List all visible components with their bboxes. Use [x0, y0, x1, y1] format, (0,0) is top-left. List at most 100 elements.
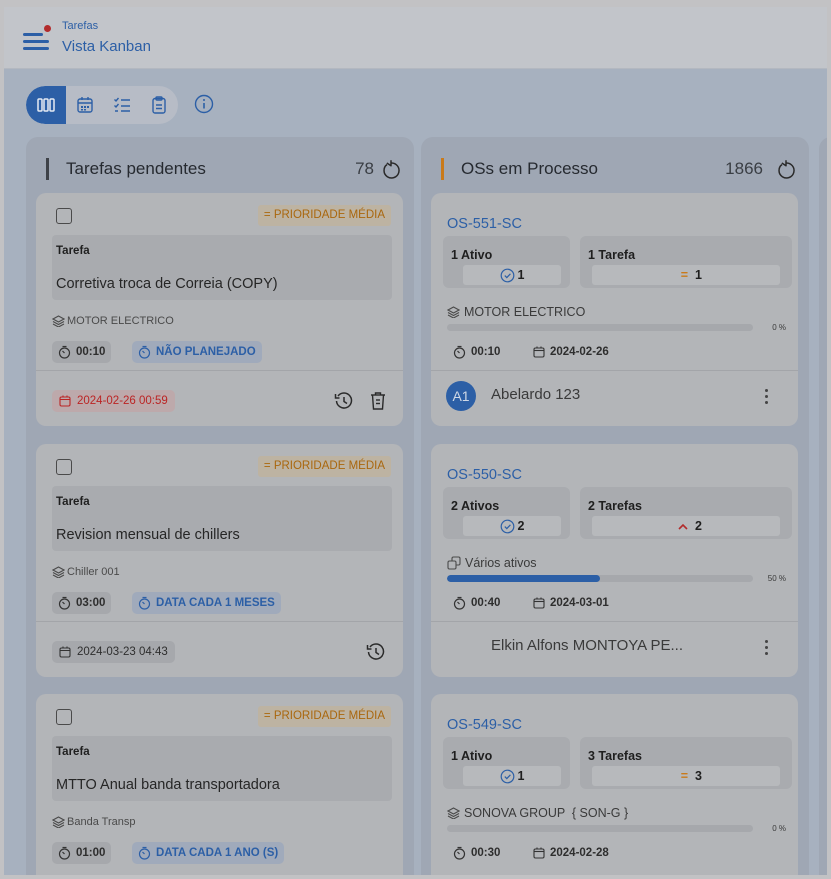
assets-stat: 1 Ativo 1 — [443, 236, 570, 288]
assets-status: 2 — [463, 516, 561, 536]
refresh-icon[interactable] — [775, 159, 797, 181]
due-date-chip: 2024-02-26 00:59 — [52, 390, 175, 412]
page-title: Vista Kanban — [62, 38, 151, 55]
select-checkbox[interactable] — [56, 459, 72, 475]
tasks-count-label: 1 Tarefa — [588, 248, 636, 262]
layers-icon — [52, 566, 65, 578]
assignee-name: Abelardo 123 — [491, 386, 581, 403]
select-checkbox[interactable] — [56, 208, 72, 224]
layers-icon — [447, 807, 460, 819]
assets-count-label: 1 Ativo — [451, 248, 493, 262]
select-checkbox[interactable] — [56, 709, 72, 725]
info-icon[interactable] — [194, 94, 214, 114]
task-card[interactable]: = PRIORIDADE MÉDIA Tarefa Revision mensu… — [36, 444, 403, 677]
history-icon[interactable] — [364, 640, 388, 664]
asset-label: SONOVA GROUP { SON-G } — [447, 806, 628, 820]
checklist-icon[interactable] — [103, 86, 140, 124]
work-order-card[interactable]: OS-549-SC 1 Ativo 1 3 Tarefas = 3 SONOVA… — [431, 694, 798, 875]
priority-badge: = PRIORIDADE MÉDIA — [257, 456, 391, 477]
kanban-columns-icon[interactable] — [26, 86, 66, 124]
task-label: Tarefa — [56, 245, 90, 257]
check-circle-icon — [500, 268, 514, 282]
column-count: 78 — [355, 159, 374, 178]
asset-label: Vários ativos — [447, 556, 537, 570]
progress-bar — [447, 324, 753, 331]
work-order-id[interactable]: OS-550-SC — [447, 467, 522, 483]
column-title: Tarefas pendentes — [66, 159, 206, 178]
copy-icon — [447, 556, 461, 570]
task-name[interactable]: MTTO Anual banda transportadora — [56, 777, 280, 793]
work-order-card[interactable]: OS-551-SC 1 Ativo 1 1 Tarefa = 1 MOTOR E… — [431, 193, 798, 426]
column-header: OSs em Processo 1866 — [421, 137, 809, 193]
task-name[interactable]: Corretiva troca de Correia (COPY) — [56, 276, 278, 292]
stopwatch-icon — [58, 846, 71, 860]
task-label: Tarefa — [56, 746, 90, 758]
stopwatch-icon — [453, 345, 466, 359]
layers-icon — [447, 306, 460, 318]
tasks-status: = 3 — [592, 766, 780, 786]
menu-icon[interactable] — [23, 25, 51, 53]
progress-bar — [447, 825, 753, 832]
progress-percent: 0 % — [772, 323, 786, 332]
asset-label: Chiller 001 — [52, 566, 120, 578]
progress-percent: 50 % — [767, 574, 786, 583]
task-card[interactable]: = PRIORIDADE MÉDIA Tarefa Corretiva troc… — [36, 193, 403, 426]
tasks-stat: 1 Tarefa = 1 — [580, 236, 792, 288]
check-circle-icon — [500, 769, 514, 783]
assets-stat: 2 Ativos 2 — [443, 487, 570, 539]
app-frame: Tarefas Vista Kanban Tarefas pendentes 7… — [4, 7, 827, 875]
task-label: Tarefa — [56, 496, 90, 508]
work-order-id[interactable]: OS-551-SC — [447, 216, 522, 232]
progress-percent: 0 % — [772, 824, 786, 833]
column-header: Tarefas pendentes 78 — [26, 137, 414, 193]
task-box: Tarefa Corretiva troca de Correia (COPY) — [52, 235, 392, 300]
assets-status: 1 — [463, 766, 561, 786]
duration-chip: 01:00 — [52, 842, 112, 864]
work-order-id[interactable]: OS-549-SC — [447, 717, 522, 733]
tasks-count-label: 2 Tarefas — [588, 499, 642, 513]
calendar-icon[interactable] — [66, 86, 103, 124]
task-card[interactable]: = PRIORIDADE MÉDIA Tarefa MTTO Anual ban… — [36, 694, 403, 875]
assets-count-label: 1 Ativo — [451, 749, 493, 763]
calendar-icon — [533, 597, 545, 609]
delete-icon[interactable] — [366, 389, 390, 413]
more-options-icon[interactable] — [758, 384, 774, 408]
asset-label: MOTOR ELECTRICO — [447, 305, 585, 319]
column-title: OSs em Processo — [461, 159, 598, 178]
priority-badge: = PRIORIDADE MÉDIA — [257, 706, 391, 727]
tasks-stat: 2 Tarefas 2 — [580, 487, 792, 539]
due-date-chip: 2024-03-23 04:43 — [52, 641, 175, 663]
refresh-icon[interactable] — [380, 159, 402, 181]
asset-label: MOTOR ELECTRICO — [52, 315, 174, 327]
progress-bar — [447, 575, 753, 582]
check-circle-icon — [500, 519, 514, 533]
layers-icon — [52, 315, 65, 327]
stopwatch-icon — [58, 596, 71, 610]
stopwatch-icon — [138, 846, 151, 860]
date-chip: 2024-03-01 — [527, 592, 615, 614]
duration-chip: 03:00 — [52, 592, 112, 614]
schedule-chip: NÃO PLANEJADO — [132, 341, 262, 363]
breadcrumb[interactable]: Tarefas — [62, 20, 98, 32]
clipboard-icon[interactable] — [140, 86, 177, 124]
schedule-chip: DATA CADA 1 MESES — [132, 592, 281, 614]
task-name[interactable]: Revision mensual de chillers — [56, 527, 240, 543]
calendar-icon — [533, 346, 545, 358]
calendar-icon — [59, 646, 71, 658]
more-options-icon[interactable] — [758, 635, 774, 659]
tasks-count-label: 3 Tarefas — [588, 749, 642, 763]
date-chip: 2024-02-28 — [527, 842, 615, 864]
column-os-in-process: OSs em Processo 1866 OS-551-SC 1 Ativo 1… — [421, 137, 809, 875]
stopwatch-icon — [138, 345, 151, 359]
column-color-bar — [46, 158, 49, 180]
work-order-card[interactable]: OS-550-SC 2 Ativos 2 2 Tarefas 2 Vários … — [431, 444, 798, 677]
view-switcher — [26, 86, 178, 124]
stopwatch-icon — [58, 345, 71, 359]
duration-chip: 00:30 — [447, 842, 506, 864]
history-icon[interactable] — [332, 389, 356, 413]
calendar-icon — [59, 395, 71, 407]
duration-chip: 00:10 — [447, 341, 506, 363]
tasks-status: 2 — [592, 516, 780, 536]
notification-dot — [44, 25, 51, 32]
column-pending-tasks: Tarefas pendentes 78 = PRIORIDADE MÉDIA … — [26, 137, 414, 875]
